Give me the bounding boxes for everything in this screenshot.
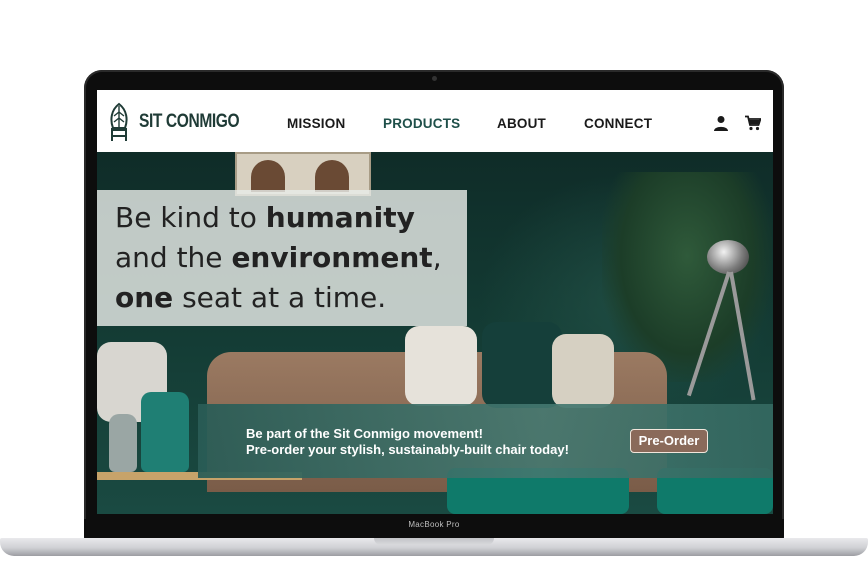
window-arch <box>251 160 285 192</box>
pillow-decor <box>552 334 614 408</box>
preorder-banner: Be part of the Sit Conmigo movement! Pre… <box>198 404 773 478</box>
vase-decor <box>141 392 189 472</box>
hero-headline: Be kind to humanity and the environment,… <box>115 198 465 318</box>
hero-section: Be kind to humanity and the environment,… <box>97 152 773 514</box>
headline-emphasis: humanity <box>265 201 415 234</box>
nav-mission[interactable]: MISSION <box>287 116 345 131</box>
banner-line-2: Pre-order your stylish, sustainably-buil… <box>246 442 569 457</box>
chair-leaf-logo-icon[interactable] <box>107 102 131 142</box>
device-label: MacBook Pro <box>408 520 460 529</box>
camera-dot <box>432 76 437 81</box>
banner-text: Be part of the Sit Conmigo movement! Pre… <box>246 426 569 458</box>
headline-text: and the <box>115 241 232 274</box>
vase-decor <box>109 414 137 472</box>
pillow-decor <box>405 326 477 406</box>
nav-about[interactable]: ABOUT <box>497 116 546 131</box>
headline-emphasis: environment <box>231 241 433 274</box>
site-header: SIT CONMIGO MISSION PRODUCTS ABOUT CONNE… <box>97 90 773 152</box>
headline-emphasis: one <box>115 281 174 314</box>
headline-text: seat at a time. <box>173 281 387 314</box>
nav-products[interactable]: PRODUCTS <box>383 116 460 131</box>
brand-name[interactable]: SIT CONMIGO <box>139 111 240 133</box>
headline-text: , <box>432 241 442 274</box>
lamp-decor <box>707 240 749 274</box>
window-arch <box>315 160 349 192</box>
cart-icon[interactable] <box>745 115 761 131</box>
nav-connect[interactable]: CONNECT <box>584 116 652 131</box>
website-screen: SIT CONMIGO MISSION PRODUCTS ABOUT CONNE… <box>97 90 773 514</box>
laptop-notch <box>374 538 494 545</box>
user-icon[interactable] <box>713 115 729 131</box>
headline-text: Be kind to <box>115 201 266 234</box>
laptop-lid: SIT CONMIGO MISSION PRODUCTS ABOUT CONNE… <box>84 70 784 540</box>
pillow-decor <box>482 322 562 408</box>
banner-line-1: Be part of the Sit Conmigo movement! <box>246 426 483 441</box>
preorder-button[interactable]: Pre-Order <box>630 429 708 453</box>
headline-box: Be kind to humanity and the environment,… <box>97 190 467 326</box>
